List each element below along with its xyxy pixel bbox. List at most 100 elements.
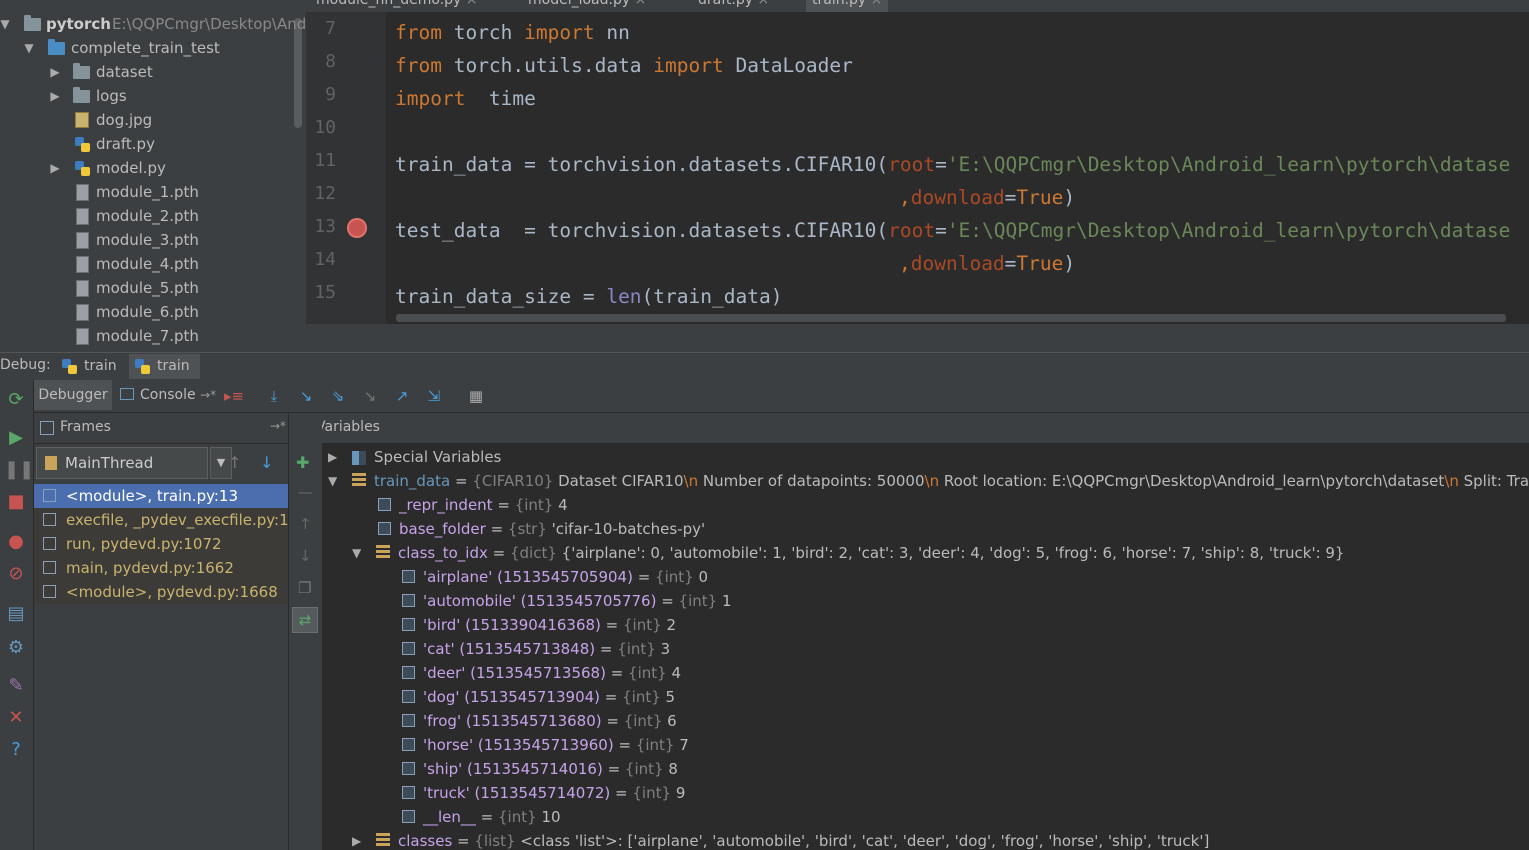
- tab-module-nn-demo[interactable]: module_nn_demo.py ×: [316, 0, 477, 12]
- folder-label: complete_train_test: [71, 39, 220, 57]
- step-over-icon[interactable]: ⤓: [264, 386, 284, 406]
- dict-entry-row[interactable]: __len__ = {int} 10: [402, 805, 561, 829]
- frame-icon: [43, 513, 56, 526]
- debug-tab-train-1[interactable]: train: [56, 354, 127, 379]
- frame-item[interactable]: <module>, pydevd.py:1668: [34, 580, 288, 604]
- frame-item[interactable]: main, pydevd.py:1662: [34, 556, 288, 580]
- close-icon[interactable]: ×: [635, 0, 647, 8]
- thread-icon: [45, 456, 57, 470]
- editor-horizontal-scrollbar[interactable]: [396, 314, 1506, 322]
- remove-watch-icon[interactable]: —: [298, 483, 313, 501]
- dict-entry-row[interactable]: 'truck' (1513545714072) = {int} 9: [402, 781, 685, 805]
- close-icon[interactable]: ✕: [4, 706, 28, 730]
- frame-icon: [43, 489, 56, 502]
- pin-icon[interactable]: ✎: [4, 674, 28, 698]
- item-label: module_3.pth: [96, 231, 199, 249]
- variable-row-base-folder[interactable]: base_folder = {str} 'cifar-10-batches-py…: [378, 517, 705, 541]
- tab-model-load[interactable]: model_load.py ×: [528, 0, 646, 12]
- force-step-into-icon[interactable]: ↘: [360, 386, 380, 406]
- dict-entry-row[interactable]: 'bird' (1513390416368) = {int} 2: [402, 613, 676, 637]
- debugger-toolbar: Debugger Console →* ▸≡ ⤓ ↘ ⇘ ↘ ↗ ⇲ ▦: [34, 380, 1529, 413]
- code-editor[interactable]: from torch import nn from torch.utils.da…: [386, 12, 1529, 324]
- settings-icon[interactable]: ⚙: [4, 636, 28, 660]
- expand-arrow-icon[interactable]: ▶: [48, 156, 62, 180]
- dict-entry-row[interactable]: 'deer' (1513545713568) = {int} 4: [402, 661, 681, 685]
- step-into-my-code-icon[interactable]: ⇘: [328, 386, 348, 406]
- step-into-icon[interactable]: ↘: [296, 386, 316, 406]
- previous-frame-icon[interactable]: ↑: [228, 453, 241, 472]
- expand-arrow-icon[interactable]: ▶: [48, 60, 62, 84]
- copy-icon[interactable]: ❐: [298, 579, 311, 597]
- item-label: model.py: [96, 159, 166, 177]
- expand-arrow-icon[interactable]: ▶: [48, 84, 62, 108]
- pin-icon[interactable]: →*: [270, 419, 286, 433]
- frame-item[interactable]: <module>, train.py:13: [34, 484, 288, 508]
- frame-item[interactable]: run, pydevd.py:1072: [34, 532, 288, 556]
- expand-arrow-icon[interactable]: ▶: [328, 445, 337, 469]
- tab-debugger[interactable]: Debugger: [34, 380, 112, 410]
- debug-label: Debug:: [0, 357, 51, 373]
- field-icon: [402, 618, 415, 631]
- resume-icon[interactable]: ▶: [4, 426, 28, 450]
- code-line-7: from torch import nn: [395, 21, 630, 44]
- stop-icon[interactable]: ■: [4, 490, 28, 514]
- dict-entry-row[interactable]: 'airplane' (1513545705904) = {int} 0: [402, 565, 708, 589]
- rerun-icon[interactable]: ⟳: [4, 388, 28, 412]
- new-watch-icon[interactable]: ✚: [296, 453, 309, 472]
- tab-train[interactable]: train.py ×: [806, 0, 889, 12]
- dict-entry-row[interactable]: 'cat' (1513545713848) = {int} 3: [402, 637, 670, 661]
- pause-icon[interactable]: ❚❚: [4, 458, 34, 482]
- move-up-icon[interactable]: ↑: [299, 515, 312, 533]
- item-label: module_7.pth: [96, 327, 199, 345]
- field-icon: [378, 498, 391, 511]
- line-number: 9: [325, 84, 336, 105]
- dict-entry-row[interactable]: 'frog' (1513545713680) = {int} 6: [402, 709, 677, 733]
- expand-arrow-icon[interactable]: ▶: [352, 829, 361, 850]
- close-icon[interactable]: ×: [871, 0, 883, 8]
- frame-item[interactable]: execfile, _pydev_execfile.py:18: [34, 508, 298, 532]
- thread-selector[interactable]: MainThread: [36, 447, 208, 479]
- help-icon[interactable]: ?: [4, 738, 28, 762]
- dict-entry-row[interactable]: 'ship' (1513545714016) = {int} 8: [402, 757, 678, 781]
- item-label: dataset: [96, 63, 153, 81]
- file-icon: [76, 256, 89, 273]
- editor-bottom-area: [306, 324, 1529, 352]
- restore-layout-icon[interactable]: ▤: [4, 602, 28, 626]
- code-line-14: ,download=True): [899, 252, 1076, 275]
- show-execution-point-icon[interactable]: ▸≡: [224, 386, 244, 406]
- folder-icon: [48, 39, 65, 55]
- show-watches-icon[interactable]: ⇄: [292, 607, 318, 633]
- image-file-icon: [75, 112, 89, 128]
- dict-entry-row[interactable]: 'automobile' (1513545705776) = {int} 1: [402, 589, 732, 613]
- line-number: 11: [314, 150, 336, 171]
- debug-tab-train-2[interactable]: train: [129, 354, 200, 379]
- item-label: logs: [96, 87, 127, 105]
- dict-entry-row[interactable]: 'dog' (1513545713904) = {int} 5: [402, 685, 675, 709]
- frame-icon: [43, 561, 56, 574]
- item-label: dog.jpg: [96, 111, 153, 129]
- view-breakpoints-icon[interactable]: ●: [4, 530, 28, 554]
- list-icon: [376, 833, 390, 847]
- item-label: module_5.pth: [96, 279, 199, 297]
- close-icon[interactable]: ×: [757, 0, 769, 8]
- evaluate-expression-icon[interactable]: ▦: [466, 386, 486, 406]
- move-down-icon[interactable]: ↓: [299, 547, 312, 565]
- tab-console[interactable]: Console →*: [118, 380, 216, 410]
- close-icon[interactable]: ×: [466, 0, 478, 8]
- dict-entry-row[interactable]: 'horse' (1513545713960) = {int} 7: [402, 733, 689, 757]
- project-tool-window: ▼ pytorch E:\QQPCmgr\Desktop\And ▼ compl…: [0, 0, 306, 352]
- collapse-arrow-icon[interactable]: ▼: [352, 541, 361, 565]
- collapse-arrow-icon[interactable]: ▼: [0, 12, 12, 36]
- step-out-icon[interactable]: ↗: [392, 386, 412, 406]
- mute-breakpoints-icon[interactable]: ⊘: [4, 562, 28, 586]
- breakpoint-icon[interactable]: [347, 218, 367, 238]
- collapse-arrow-icon[interactable]: ▼: [22, 36, 36, 60]
- collapse-arrow-icon[interactable]: ▼: [328, 469, 337, 493]
- object-icon: [352, 473, 366, 487]
- variable-row-repr-indent[interactable]: _repr_indent = {int} 4: [378, 493, 568, 517]
- line-number: 7: [325, 18, 336, 39]
- run-to-cursor-icon[interactable]: ⇲: [424, 386, 444, 406]
- next-frame-icon[interactable]: ↓: [260, 453, 273, 472]
- tab-draft[interactable]: draft.py ×: [698, 0, 769, 12]
- file-icon: [76, 208, 89, 225]
